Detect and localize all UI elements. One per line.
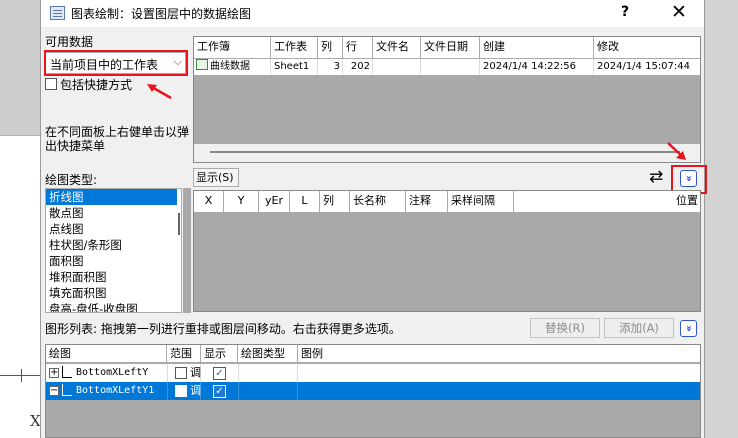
plot-type-label: 绘图类型: [45,173,98,187]
list-item[interactable]: 折线图 [46,189,181,205]
available-data-label: 可用数据 [45,35,94,49]
help-button[interactable]: ? [621,4,629,20]
filedate-cell [421,59,480,75]
replace-button[interactable]: 替换(R) [530,318,600,338]
column-header[interactable]: 工作表 [271,37,318,58]
workbook-table-header: 工作簿 工作表 列 行 文件名 文件日期 创建 修改 [194,37,700,59]
sheet-cell: Sheet1 [271,59,318,75]
plot-setup-dialog: 图表绘制：设置图层中的数据绘图 ? ✕ 可用数据 当前项目中的工作表 ⌵ 包括快… [40,0,707,438]
rows-cell: 202 [343,59,373,75]
column-selection-table[interactable]: X Y yEr L 列 长名称 注释 采样间隔 位置 [193,190,701,312]
list-item[interactable]: 点线图 [46,221,181,237]
dialog-title: 图表绘制：设置图层中的数据绘图 [71,7,252,21]
include-shortcuts-checkbox[interactable] [45,78,57,90]
plot-list-table[interactable]: 绘图 范围 显示 绘图类型 图例 + BottomXLeftY 调 ✓ − Bo… [45,344,701,438]
filename-cell [373,59,421,75]
add-button[interactable]: 添加(A) [604,318,674,338]
range-checkbox[interactable] [175,367,187,379]
legend-cell [298,364,700,382]
red-arrow-icon [667,142,686,160]
plot-type-cell [238,382,298,400]
column-header[interactable]: 文件日期 [421,37,480,58]
expand-plus-icon[interactable]: + [49,368,59,378]
range-checkbox[interactable] [175,385,187,397]
column-header[interactable]: 绘图 [46,345,167,362]
plot-type-list[interactable]: 折线图 散点图 点线图 柱状图/条形图 面积图 堆积面积图 填充面积图 盘高-盘… [45,188,182,313]
expand-icon[interactable]: » [680,320,697,337]
red-arrow-icon [147,84,172,100]
list-item[interactable]: 填充面积图 [46,285,181,301]
column-header[interactable]: 行 [343,37,373,58]
table-row[interactable]: + BottomXLeftY 调 ✓ [46,364,700,382]
context-menu-hint: 在不同面板上右健单击以弹出快捷菜单 [45,125,190,153]
column-header[interactable]: 范围 [167,345,201,362]
list-item[interactable]: 盘高-盘低-收盘图 [46,301,181,312]
expand-minus-icon[interactable]: − [49,386,59,396]
column-header[interactable]: 绘图类型 [238,345,298,362]
swap-icon[interactable]: ⇄ [649,167,663,187]
show-checkbox[interactable]: ✓ [213,367,226,380]
workbook-table[interactable]: 工作簿 工作表 列 行 文件名 文件日期 创建 修改 曲线数据 Sheet1 3… [193,36,701,163]
column-header[interactable]: 工作簿 [194,37,271,58]
plot-list-header: 绘图 范围 显示 绘图类型 图例 [46,345,700,363]
plot-type-gutter [183,188,191,313]
plot-name: BottomXLeftY [76,367,149,378]
graph-axis-tick [21,369,22,382]
legend-cell [298,382,700,400]
column-header[interactable]: X [194,191,224,212]
title-bar[interactable]: 图表绘制：设置图层中的数据绘图 ? ✕ [41,0,704,27]
plot-list-label: 图形列表: 拖拽第一列进行重排或图层间移动。右击获得更多选项。 [45,322,401,336]
vertical-scrollbar[interactable] [177,189,181,312]
range-text: 调 [190,366,201,379]
column-header[interactable]: 列 [318,37,343,58]
table-row[interactable]: − BottomXLeftY1 调 ✓ [46,382,700,400]
column-header[interactable]: 图例 [298,345,700,362]
horizontal-scrollbar[interactable] [194,144,700,162]
column-header[interactable]: 列 [320,191,350,212]
column-header[interactable]: 长名称 [350,191,406,212]
list-item[interactable]: 面积图 [46,253,181,269]
plot-type-cell [238,364,298,382]
column-header[interactable]: 注释 [406,191,448,212]
column-header[interactable]: 修改 [594,37,700,58]
workspace-background-right [705,0,738,438]
cols-cell: 3 [318,59,343,75]
workbook-cell: 曲线数据 [194,59,271,75]
workbook-icon [196,59,208,70]
workspace-background [0,0,40,135]
column-header[interactable]: yEr [259,191,290,212]
include-shortcuts-label: 包括快捷方式 [60,78,133,92]
column-header[interactable]: 创建 [480,37,594,58]
column-header[interactable]: L [290,191,320,212]
show-button[interactable]: 显示(S) [193,168,239,187]
column-selection-header: X Y yEr L 列 长名称 注释 采样间隔 位置 [194,191,700,213]
range-text: 调 [190,384,201,397]
layer-axis-icon [62,366,72,378]
column-header[interactable]: 显示 [201,345,238,362]
scrollbar-thumb[interactable] [210,151,680,153]
layer-axis-icon [62,384,72,396]
modified-cell: 2024/1/4 15:07:44 [597,61,691,72]
column-header[interactable]: 采样间隔 [448,191,514,212]
column-header[interactable]: Y [224,191,259,212]
plot-name: BottomXLeftY1 [76,385,155,396]
created-cell: 2024/1/4 14:22:56 [480,59,594,75]
graph-axis-line [0,375,40,376]
table-row[interactable]: 曲线数据 Sheet1 3 202 2024/1/4 14:22:56 2024… [194,59,700,75]
highlight-box [44,50,188,76]
graph-page-area [0,135,40,438]
list-item[interactable]: 堆积面积图 [46,269,181,285]
list-item[interactable]: 散点图 [46,205,181,221]
column-header[interactable]: 文件名 [373,37,421,58]
show-checkbox[interactable]: ✓ [213,385,226,398]
scrollbar-thumb[interactable] [178,213,180,235]
close-button[interactable]: ✕ [671,1,687,23]
column-header[interactable]: 位置 [514,191,700,212]
chart-app-icon [50,6,65,20]
list-item[interactable]: 柱状图/条形图 [46,237,181,253]
